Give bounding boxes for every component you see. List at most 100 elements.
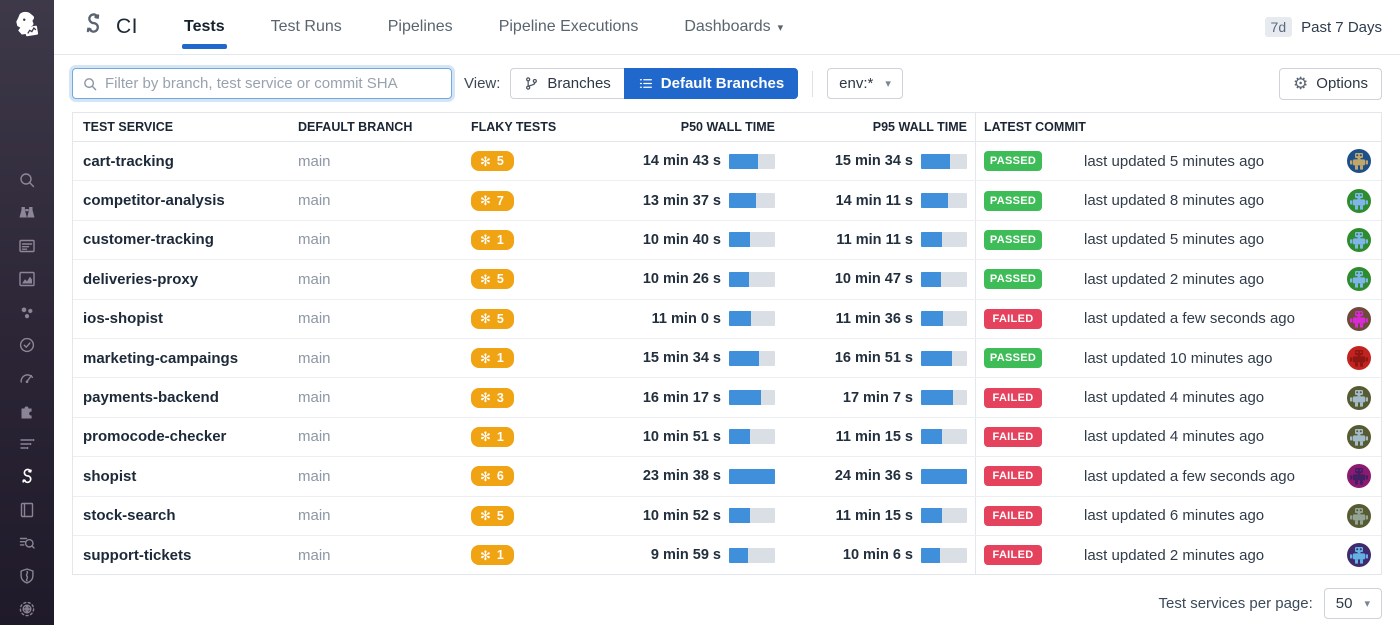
time-range-badge[interactable]: 7d xyxy=(1265,17,1293,37)
service-name[interactable]: payments-backend xyxy=(83,389,219,406)
notebook-icon[interactable] xyxy=(17,500,37,520)
p95-bar xyxy=(921,548,967,563)
p50-bar xyxy=(729,311,775,326)
last-updated-text: last updated 2 minutes ago xyxy=(1084,271,1264,288)
flaky-tests-badge[interactable]: ✻ 1 xyxy=(471,230,514,250)
flaky-count: 1 xyxy=(497,351,504,365)
table-row[interactable]: deliveries-proxy main ✻ 5 10 min 26 s 10… xyxy=(73,260,1381,299)
committer-avatar[interactable] xyxy=(1347,543,1371,567)
events-list-icon[interactable] xyxy=(17,236,37,256)
snowflake-icon: ✻ xyxy=(480,509,491,522)
network-globe-icon[interactable] xyxy=(17,599,37,619)
table-row[interactable]: shopist main ✻ 6 23 min 38 s 24 min 36 s… xyxy=(73,457,1381,496)
committer-avatar[interactable] xyxy=(1347,504,1371,528)
p95-wall-time: 11 min 36 s xyxy=(836,311,913,327)
snowflake-icon: ✻ xyxy=(480,194,491,207)
p50-bar xyxy=(729,390,775,405)
tab-pipeline-executions[interactable]: Pipeline Executions xyxy=(487,0,651,55)
chevron-down-icon: ▾ xyxy=(1364,597,1370,610)
integrations-puzzle-icon[interactable] xyxy=(17,401,37,421)
datadog-logo[interactable] xyxy=(0,0,54,54)
service-name[interactable]: marketing-campaings xyxy=(83,350,238,367)
default-branches-button[interactable]: Default Branches xyxy=(624,68,798,99)
last-updated-text: last updated 5 minutes ago xyxy=(1084,231,1264,248)
service-name[interactable]: support-tickets xyxy=(83,547,191,564)
table-row[interactable]: ios-shopist main ✻ 5 11 min 0 s 11 min 3… xyxy=(73,300,1381,339)
watchdog-binoculars-icon[interactable] xyxy=(17,203,37,223)
traces-filter-icon[interactable] xyxy=(17,434,37,454)
p50-wall-time: 13 min 37 s xyxy=(643,193,721,209)
flaky-tests-badge[interactable]: ✻ 1 xyxy=(471,545,514,565)
flaky-tests-badge[interactable]: ✻ 5 xyxy=(471,309,514,329)
flaky-tests-badge[interactable]: ✻ 5 xyxy=(471,151,514,171)
service-name[interactable]: promocode-checker xyxy=(83,428,226,445)
nav-tabs: Tests Test Runs Pipelines Pipeline Executio… xyxy=(172,0,817,55)
service-name[interactable]: cart-tracking xyxy=(83,153,174,170)
table-row[interactable]: support-tickets main ✻ 1 9 min 59 s 10 m… xyxy=(73,536,1381,574)
monitors-check-icon[interactable] xyxy=(17,335,37,355)
processes-hexagons-icon[interactable] xyxy=(17,302,37,322)
last-updated-text: last updated a few seconds ago xyxy=(1084,468,1295,485)
table-row[interactable]: cart-tracking main ✻ 5 14 min 43 s 15 mi… xyxy=(73,142,1381,181)
options-button[interactable]: ⚙ Options xyxy=(1279,68,1382,100)
per-page-label: Test services per page: xyxy=(1159,595,1313,612)
col-latest-commit: LATEST COMMIT xyxy=(975,113,1381,141)
committer-avatar[interactable] xyxy=(1347,307,1371,331)
p50-bar xyxy=(729,508,775,523)
last-updated-text: last updated 10 minutes ago xyxy=(1084,350,1272,367)
branches-button[interactable]: Branches xyxy=(510,68,623,99)
committer-avatar[interactable] xyxy=(1347,346,1371,370)
chevron-down-icon: ▾ xyxy=(778,21,784,34)
service-name[interactable]: stock-search xyxy=(83,507,176,524)
search-box[interactable] xyxy=(72,68,452,99)
log-explorer-icon[interactable] xyxy=(17,533,37,553)
search-icon[interactable] xyxy=(17,170,37,190)
tab-pipelines[interactable]: Pipelines xyxy=(376,0,465,55)
p50-wall-time: 9 min 59 s xyxy=(651,547,721,563)
view-label: View: xyxy=(464,75,500,92)
committer-avatar[interactable] xyxy=(1347,228,1371,252)
p50-wall-time: 10 min 40 s xyxy=(643,232,721,248)
table-row[interactable]: customer-tracking main ✻ 1 10 min 40 s 1… xyxy=(73,221,1381,260)
tab-test-runs[interactable]: Test Runs xyxy=(259,0,354,55)
metrics-chart-icon[interactable] xyxy=(17,269,37,289)
flaky-tests-badge[interactable]: ✻ 5 xyxy=(471,506,514,526)
flaky-count: 7 xyxy=(497,194,504,208)
committer-avatar[interactable] xyxy=(1347,149,1371,173)
table-row[interactable]: payments-backend main ✻ 3 16 min 17 s 17… xyxy=(73,378,1381,417)
flaky-tests-badge[interactable]: ✻ 1 xyxy=(471,427,514,447)
time-range[interactable]: 7d Past 7 Days xyxy=(1265,17,1382,37)
committer-avatar[interactable] xyxy=(1347,189,1371,213)
flaky-tests-badge[interactable]: ✻ 5 xyxy=(471,269,514,289)
flaky-tests-badge[interactable]: ✻ 1 xyxy=(471,348,514,368)
table-row[interactable]: promocode-checker main ✻ 1 10 min 51 s 1… xyxy=(73,418,1381,457)
flaky-count: 5 xyxy=(497,312,504,326)
committer-avatar[interactable] xyxy=(1347,386,1371,410)
service-name[interactable]: competitor-analysis xyxy=(83,192,225,209)
service-name[interactable]: deliveries-proxy xyxy=(83,271,198,288)
table-row[interactable]: competitor-analysis main ✻ 7 13 min 37 s… xyxy=(73,181,1381,220)
tab-dashboards[interactable]: Dashboards▾ xyxy=(672,0,795,55)
committer-avatar[interactable] xyxy=(1347,464,1371,488)
env-filter-dropdown[interactable]: env:* ▾ xyxy=(827,68,903,99)
ci-loop-icon[interactable] xyxy=(17,467,37,487)
service-name[interactable]: customer-tracking xyxy=(83,231,214,248)
table-row[interactable]: marketing-campaings main ✻ 1 15 min 34 s… xyxy=(73,339,1381,378)
time-range-label[interactable]: Past 7 Days xyxy=(1301,19,1382,36)
col-default-branch: DEFAULT BRANCH xyxy=(298,113,471,141)
commit-status-badge: FAILED xyxy=(984,545,1042,565)
table-row[interactable]: stock-search main ✻ 5 10 min 52 s 11 min… xyxy=(73,497,1381,536)
service-name[interactable]: ios-shopist xyxy=(83,310,163,327)
committer-avatar[interactable] xyxy=(1347,425,1371,449)
flaky-tests-badge[interactable]: ✻ 3 xyxy=(471,388,514,408)
per-page-select[interactable]: 50 ▾ xyxy=(1324,588,1382,619)
security-shield-icon[interactable] xyxy=(17,566,37,586)
filter-search-input[interactable] xyxy=(105,75,442,92)
service-name[interactable]: shopist xyxy=(83,468,136,485)
apm-gauge-icon[interactable] xyxy=(17,368,37,388)
tab-tests[interactable]: Tests xyxy=(172,0,237,55)
flaky-tests-badge[interactable]: ✻ 7 xyxy=(471,191,514,211)
table-header-row: TEST SERVICE DEFAULT BRANCH FLAKY TESTS … xyxy=(73,113,1381,142)
flaky-tests-badge[interactable]: ✻ 6 xyxy=(471,466,514,486)
committer-avatar[interactable] xyxy=(1347,267,1371,291)
